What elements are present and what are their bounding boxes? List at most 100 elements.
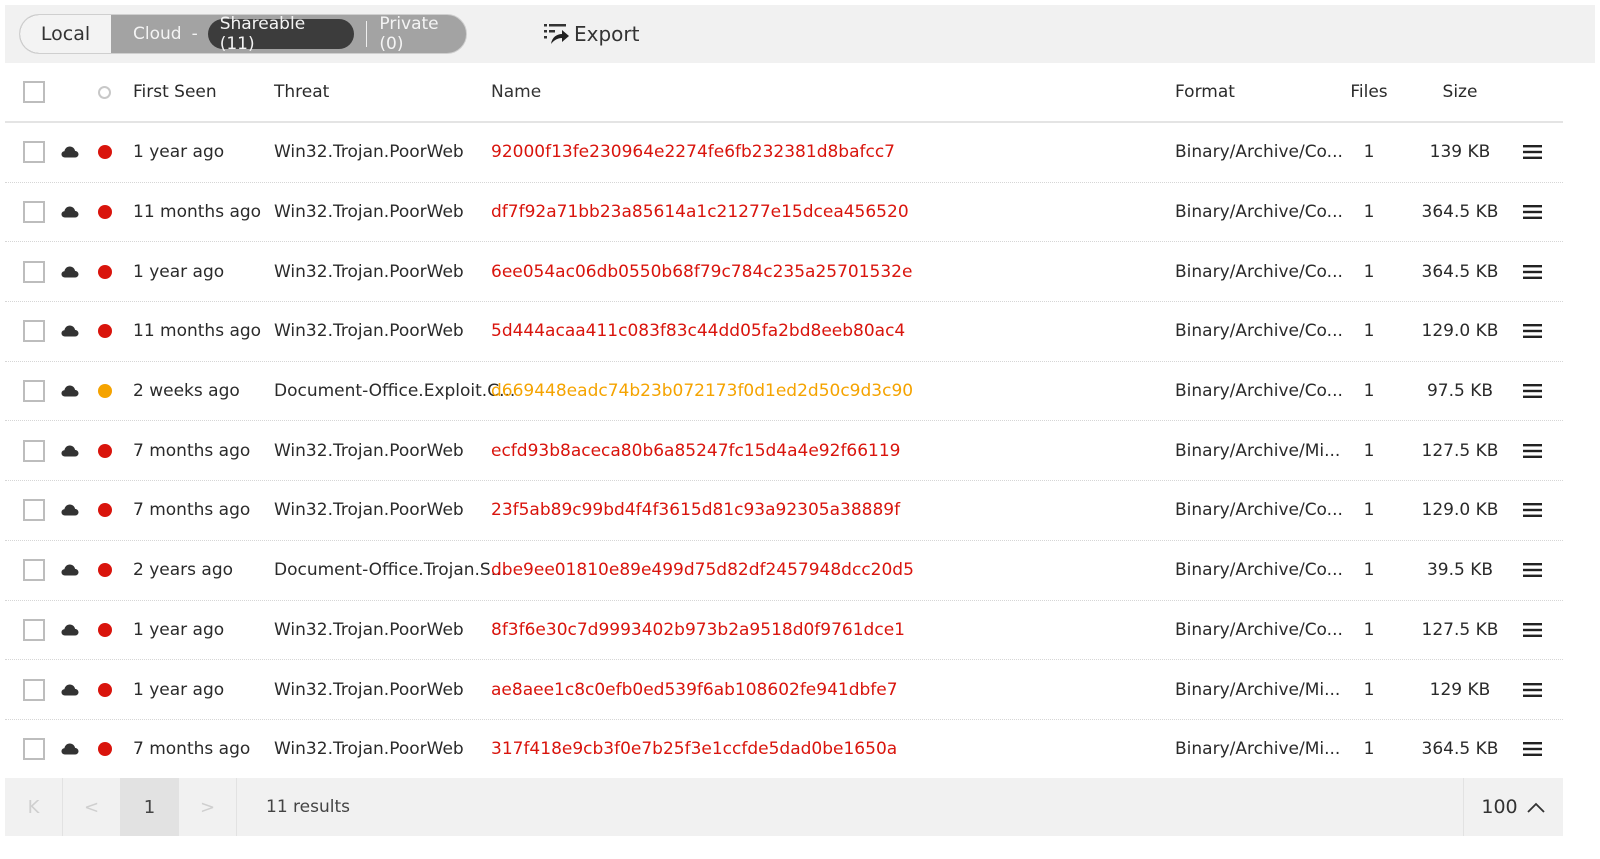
sample-hash-link[interactable]: 5d444acaa411c083f83c44dd05fa2bd8eeb80ac4 xyxy=(491,321,905,341)
name-cell: d669448eadc74b23b072173f0d1ed2d50c9d3c90 xyxy=(491,362,913,421)
table-row[interactable]: 7 months ago Win32.Trojan.PoorWeb 317f41… xyxy=(5,720,1563,780)
row-checkbox[interactable] xyxy=(23,380,45,403)
first-seen-cell: 1 year ago xyxy=(133,619,225,640)
row-menu-button[interactable] xyxy=(1523,183,1543,242)
sample-hash-link[interactable]: dbe9ee01810e89e499d75d82df2457948dcc20d5 xyxy=(491,560,914,580)
column-header-name[interactable]: Name xyxy=(491,63,541,121)
threat-status-indicator xyxy=(98,145,112,160)
table-row[interactable]: 1 year ago Win32.Trojan.PoorWeb 6ee054ac… xyxy=(5,242,1563,303)
storage-cell xyxy=(61,660,79,719)
cloud-icon xyxy=(61,325,79,337)
storage-cell xyxy=(61,541,79,600)
format-cell: Binary/Archive/Co... xyxy=(1175,142,1343,163)
row-checkbox[interactable] xyxy=(23,559,45,582)
local-toggle-button[interactable]: Local xyxy=(20,15,111,53)
row-menu-button[interactable] xyxy=(1523,362,1543,421)
cloud-toggle-group[interactable]: Cloud - Shareable (11) Private (0) xyxy=(111,15,466,53)
current-page-button[interactable]: 1 xyxy=(121,778,179,836)
files-cell: 1 xyxy=(1363,619,1375,640)
sample-hash-link[interactable]: 8f3f6e30c7d9993402b973b2a9518d0f9761dce1 xyxy=(491,620,905,640)
row-menu-button[interactable] xyxy=(1523,601,1543,660)
threat-status-cell xyxy=(98,601,112,660)
private-filter-button[interactable]: Private (0) xyxy=(379,15,466,53)
size-cell: 139 KB xyxy=(1429,142,1491,163)
format-cell: Binary/Archive/Co... xyxy=(1175,500,1343,521)
table-row[interactable]: 2 weeks ago Document-Office.Exploit.C...… xyxy=(5,362,1563,422)
table-body: 1 year ago Win32.Trojan.PoorWeb 92000f13… xyxy=(5,123,1563,780)
threat-status-indicator xyxy=(98,563,112,578)
hamburger-menu-icon xyxy=(1523,742,1542,757)
files-cell: 1 xyxy=(1363,381,1375,402)
table-row[interactable]: 7 months ago Win32.Trojan.PoorWeb 23f5ab… xyxy=(5,481,1563,541)
cloud-icon xyxy=(61,206,79,218)
sample-hash-link[interactable]: 92000f13fe230964e2274fe6fb232381d8bafcc7 xyxy=(491,142,895,162)
shareable-filter-button[interactable]: Shareable (11) xyxy=(207,15,355,53)
status-column-icon[interactable] xyxy=(98,85,111,99)
first-seen-cell: 1 year ago xyxy=(133,679,225,700)
size-cell: 129.0 KB xyxy=(1421,500,1499,521)
next-page-button[interactable]: > xyxy=(179,778,237,836)
samples-table: First Seen Threat Name Format Files Size… xyxy=(5,63,1563,780)
column-header-format[interactable]: Format xyxy=(1175,63,1235,121)
row-checkbox[interactable] xyxy=(23,678,45,701)
storage-cell xyxy=(61,601,79,660)
row-checkbox[interactable] xyxy=(23,618,45,641)
size-cell: 127.5 KB xyxy=(1421,440,1499,461)
row-menu-button[interactable] xyxy=(1523,421,1543,480)
sample-hash-link[interactable]: 317f418e9cb3f0e7b25f3e1ccfde5dad0be1650a xyxy=(491,739,897,759)
table-row[interactable]: 1 year ago Win32.Trojan.PoorWeb 8f3f6e30… xyxy=(5,601,1563,661)
table-row[interactable]: 11 months ago Win32.Trojan.PoorWeb 5d444… xyxy=(5,302,1563,362)
row-checkbox[interactable] xyxy=(23,499,45,522)
column-header-size[interactable]: Size xyxy=(1417,63,1503,121)
storage-cell xyxy=(61,302,79,361)
name-cell: 6ee054ac06db0550b68f79c784c235a25701532e xyxy=(491,242,912,301)
sample-hash-link[interactable]: 6ee054ac06db0550b68f79c784c235a25701532e xyxy=(491,262,912,282)
row-checkbox-cell xyxy=(23,481,45,540)
page-size-select[interactable]: 100 xyxy=(1463,778,1563,836)
sample-hash-link[interactable]: 23f5ab89c99bd4f4f3615d81c93a92305a38889f xyxy=(491,500,900,520)
sample-hash-link[interactable]: df7f92a71bb23a85614a1c21277e15dcea456520 xyxy=(491,202,909,222)
sample-hash-link[interactable]: ecfd93b8aceca80b6a85247fc15d4a4e92f66119 xyxy=(491,441,901,461)
row-menu-button[interactable] xyxy=(1523,302,1543,361)
storage-cell xyxy=(61,242,79,301)
row-menu-button[interactable] xyxy=(1523,660,1543,719)
size-cell: 129 KB xyxy=(1429,679,1491,700)
threat-cell: Document-Office.Exploit.C... xyxy=(274,381,516,402)
threat-status-cell xyxy=(98,183,112,242)
row-checkbox[interactable] xyxy=(23,439,45,462)
export-button[interactable]: Export xyxy=(542,15,639,53)
row-checkbox[interactable] xyxy=(23,320,45,343)
threat-cell: Win32.Trojan.PoorWeb xyxy=(274,202,464,223)
row-menu-button[interactable] xyxy=(1523,481,1543,540)
table-row[interactable]: 2 years ago Document-Office.Trojan.S... … xyxy=(5,541,1563,601)
row-checkbox-cell xyxy=(23,123,45,182)
column-header-files[interactable]: Files xyxy=(1350,63,1387,121)
select-all-checkbox[interactable] xyxy=(23,81,45,103)
row-menu-button[interactable] xyxy=(1523,242,1543,301)
row-menu-button[interactable] xyxy=(1523,541,1543,600)
table-row[interactable]: 11 months ago Win32.Trojan.PoorWeb df7f9… xyxy=(5,183,1563,243)
column-header-threat[interactable]: Threat xyxy=(274,63,329,121)
row-checkbox[interactable] xyxy=(23,738,45,761)
cloud-icon xyxy=(61,445,79,457)
sample-hash-link[interactable]: d669448eadc74b23b072173f0d1ed2d50c9d3c90 xyxy=(491,381,913,401)
row-checkbox[interactable] xyxy=(23,260,45,283)
column-header-first-seen[interactable]: First Seen xyxy=(133,63,217,121)
sample-hash-link[interactable]: ae8aee1c8c0efb0ed539f6ab108602fe941dbfe7 xyxy=(491,680,898,700)
threat-status-indicator xyxy=(98,682,112,697)
export-icon xyxy=(544,24,569,44)
row-menu-button[interactable] xyxy=(1523,123,1543,182)
table-row[interactable]: 7 months ago Win32.Trojan.PoorWeb ecfd93… xyxy=(5,421,1563,482)
previous-page-button[interactable]: < xyxy=(63,778,121,836)
table-row[interactable]: 1 year ago Win32.Trojan.PoorWeb ae8aee1c… xyxy=(5,660,1563,720)
row-menu-button[interactable] xyxy=(1523,720,1543,779)
row-checkbox[interactable] xyxy=(23,141,45,164)
row-checkbox[interactable] xyxy=(23,201,45,224)
threat-status-cell xyxy=(98,123,112,182)
first-page-button[interactable]: K xyxy=(5,778,63,836)
cloud-icon xyxy=(61,743,79,755)
threat-cell: Document-Office.Trojan.S... xyxy=(274,560,507,581)
table-row[interactable]: 1 year ago Win32.Trojan.PoorWeb 92000f13… xyxy=(5,123,1563,183)
cloud-icon xyxy=(61,684,79,696)
toolbar: Local Cloud - Shareable (11) Private (0)… xyxy=(5,5,1595,63)
